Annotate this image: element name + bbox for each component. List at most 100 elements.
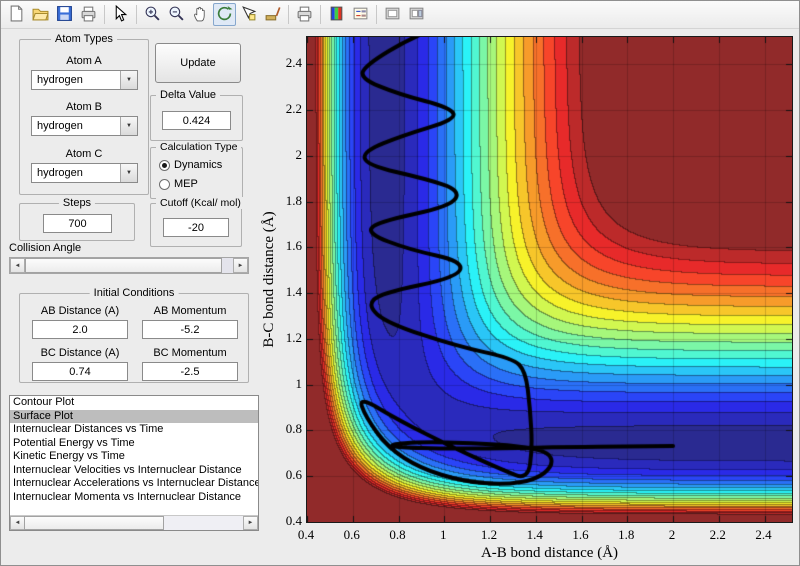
hide-plot-tools-button[interactable] bbox=[381, 3, 404, 26]
cutoff-input[interactable] bbox=[163, 218, 229, 237]
atom-b-value: hydrogen bbox=[37, 120, 83, 132]
rotate-icon bbox=[216, 5, 233, 25]
new-document-icon bbox=[8, 5, 25, 25]
y-tick-label: 2.2 bbox=[285, 101, 302, 117]
atom-types-panel: Atom Types Atom A hydrogen ▼ Atom B hydr… bbox=[19, 33, 149, 195]
y-tick-label: 0.8 bbox=[285, 421, 302, 437]
chevron-down-icon[interactable]: ▼ bbox=[120, 117, 137, 135]
ab-distance-label: AB Distance (A) bbox=[40, 305, 120, 317]
atom-c-label: Atom C bbox=[65, 148, 103, 160]
print-preview-button[interactable] bbox=[293, 3, 316, 26]
brush-data-button[interactable] bbox=[261, 3, 284, 26]
insert-legend-button[interactable] bbox=[349, 3, 372, 26]
x-tick-label: 2.4 bbox=[755, 527, 772, 542]
chevron-down-icon[interactable]: ▼ bbox=[120, 164, 137, 182]
pan-button[interactable] bbox=[189, 3, 212, 26]
x-tick-label: 0.4 bbox=[297, 527, 315, 542]
plot-type-list: Contour Plot Surface Plot Internuclear Dis… bbox=[10, 396, 258, 504]
pes-surface-canvas[interactable] bbox=[307, 37, 792, 522]
data-cursor-button[interactable] bbox=[237, 3, 260, 26]
y-tick-label: 2.4 bbox=[285, 55, 302, 71]
x-tick-label: 1.8 bbox=[618, 527, 635, 542]
scrollbar-thumb[interactable] bbox=[24, 516, 164, 530]
plot-type-listbox[interactable]: Contour Plot Surface Plot Internuclear Dis… bbox=[9, 395, 259, 531]
plot-axes[interactable] bbox=[306, 36, 793, 523]
show-plot-tools-button[interactable] bbox=[405, 3, 428, 26]
delta-value-input[interactable] bbox=[162, 111, 231, 130]
y-tick-label: 0.4 bbox=[285, 513, 302, 528]
figure-content: Atom Types Atom A hydrogen ▼ Atom B hydr… bbox=[1, 29, 799, 565]
ab-distance-input[interactable] bbox=[32, 320, 128, 339]
brush-icon bbox=[264, 5, 281, 25]
x-tick-label: 0.6 bbox=[343, 527, 360, 542]
list-item[interactable]: Potential Energy vs Time bbox=[10, 437, 258, 451]
x-tick-label: 0.8 bbox=[389, 527, 406, 542]
x-tick-label: 1.6 bbox=[572, 527, 589, 542]
list-item[interactable]: Surface Plot bbox=[10, 409, 258, 423]
ab-momentum-input[interactable] bbox=[142, 320, 238, 339]
listbox-hscrollbar[interactable]: ◄ ► bbox=[10, 515, 258, 530]
save-figure-button[interactable] bbox=[53, 3, 76, 26]
print-icon bbox=[296, 5, 313, 25]
save-icon bbox=[56, 5, 73, 25]
x-axis-label: A-B bond distance (Å) bbox=[480, 545, 619, 561]
chevron-down-icon[interactable]: ▼ bbox=[120, 71, 137, 89]
list-item[interactable]: Kinetic Energy vs Time bbox=[10, 450, 258, 464]
list-item[interactable]: Internuclear Velocities vs Internuclear … bbox=[10, 464, 258, 478]
scroll-left-arrow-icon[interactable]: ◄ bbox=[10, 516, 25, 530]
scroll-right-arrow-icon[interactable]: ► bbox=[233, 258, 248, 273]
y-tick-label: 1.2 bbox=[285, 329, 302, 345]
cutoff-panel: Cutoff (Kcal/ mol) bbox=[150, 197, 245, 247]
toolbar-separator bbox=[104, 5, 105, 24]
tools-b-icon bbox=[408, 5, 425, 25]
atom-a-dropdown[interactable]: hydrogen ▼ bbox=[31, 70, 138, 90]
print-icon bbox=[80, 5, 97, 25]
radio-dynamics[interactable]: Dynamics bbox=[159, 159, 222, 171]
radio-icon[interactable] bbox=[159, 178, 170, 190]
atom-c-value: hydrogen bbox=[37, 167, 83, 179]
list-item[interactable]: Internuclear Distances vs Time bbox=[10, 423, 258, 437]
collision-angle-label: Collision Angle bbox=[9, 242, 82, 254]
scrollbar-thumb[interactable] bbox=[25, 258, 222, 273]
new-figure-button[interactable] bbox=[5, 3, 28, 26]
tools-a-icon bbox=[384, 5, 401, 25]
ab-momentum-label: AB Momentum bbox=[153, 305, 227, 317]
scroll-right-arrow-icon[interactable]: ► bbox=[243, 516, 258, 530]
steps-input[interactable] bbox=[43, 214, 112, 233]
toolbar-separator bbox=[376, 5, 377, 24]
edit-plot-button[interactable] bbox=[109, 3, 132, 26]
y-tick-label: 1.8 bbox=[285, 192, 302, 208]
list-item[interactable]: Internuclear Accelerations vs Internucle… bbox=[10, 477, 258, 491]
list-item[interactable]: Internuclear Momenta vs Internuclear Dis… bbox=[10, 491, 258, 505]
figure-toolbar bbox=[1, 1, 799, 29]
atom-c-dropdown[interactable]: hydrogen ▼ bbox=[31, 163, 138, 183]
radio-mep[interactable]: MEP bbox=[159, 178, 198, 190]
pointer-icon bbox=[112, 4, 129, 25]
zoom-in-button[interactable] bbox=[141, 3, 164, 26]
insert-colorbar-button[interactable] bbox=[325, 3, 348, 26]
radio-dynamics-label: Dynamics bbox=[174, 159, 223, 171]
atom-a-value: hydrogen bbox=[37, 74, 83, 86]
x-tick-label: 1.4 bbox=[526, 527, 543, 542]
initial-conditions-title: Initial Conditions bbox=[89, 287, 179, 299]
bc-distance-input[interactable] bbox=[32, 362, 128, 381]
update-button[interactable]: Update bbox=[155, 43, 241, 83]
y-tick-label: 1.6 bbox=[285, 238, 302, 254]
collision-angle-scrollbar[interactable]: ◄ ► bbox=[9, 257, 249, 274]
bc-momentum-input[interactable] bbox=[142, 362, 238, 381]
calculation-type-panel: Calculation Type Dynamics MEP bbox=[150, 141, 243, 199]
rotate-3d-button[interactable] bbox=[213, 3, 236, 26]
list-item[interactable]: Contour Plot bbox=[10, 396, 258, 410]
radio-icon[interactable] bbox=[159, 159, 170, 171]
print-figure-button[interactable] bbox=[77, 3, 100, 26]
y-tick-label: 1 bbox=[295, 375, 303, 391]
open-folder-icon bbox=[32, 5, 49, 25]
open-file-button[interactable] bbox=[29, 3, 52, 26]
scroll-left-arrow-icon[interactable]: ◄ bbox=[10, 258, 25, 273]
calculation-type-title: Calculation Type bbox=[156, 141, 242, 153]
bc-distance-label: BC Distance (A) bbox=[40, 347, 120, 359]
zoom-out-button[interactable] bbox=[165, 3, 188, 26]
cutoff-title: Cutoff (Kcal/ mol) bbox=[156, 197, 245, 209]
atom-b-dropdown[interactable]: hydrogen ▼ bbox=[31, 116, 138, 136]
radio-mep-label: MEP bbox=[174, 178, 198, 190]
